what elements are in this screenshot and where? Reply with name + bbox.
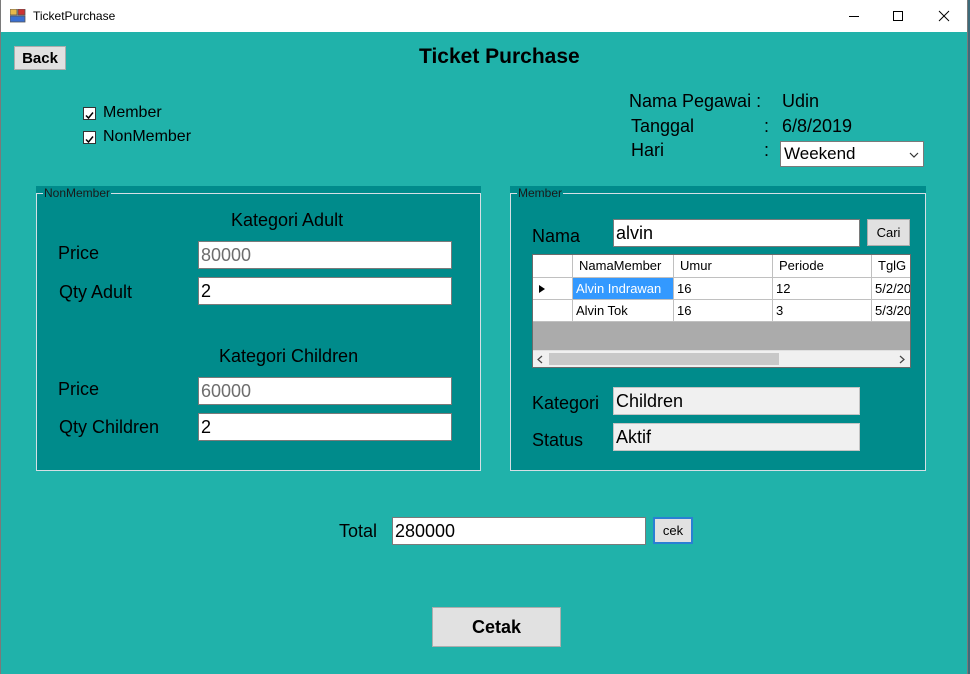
table-cell[interactable]: 5/3/20 xyxy=(872,300,910,322)
pegawai-label: Nama Pegawai : xyxy=(629,91,762,111)
check-icon xyxy=(85,136,94,144)
member-checkbox[interactable] xyxy=(83,107,96,120)
table-cell[interactable]: Alvin Indrawan xyxy=(573,278,674,300)
horizontal-scrollbar[interactable] xyxy=(533,350,910,367)
maximize-button[interactable] xyxy=(875,0,921,32)
maximize-icon xyxy=(893,11,903,21)
grid-header-umur[interactable]: Umur xyxy=(674,255,773,278)
window-title: TicketPurchase xyxy=(33,9,116,23)
row-header[interactable] xyxy=(533,278,573,300)
pegawai-value: Udin xyxy=(782,91,820,111)
row-header[interactable] xyxy=(533,300,573,322)
table-cell[interactable]: 12 xyxy=(773,278,872,300)
children-qty-label: Qty Children xyxy=(59,417,160,437)
grid-corner-header xyxy=(533,255,573,278)
grid-header-namamember[interactable]: NamaMember xyxy=(573,255,674,278)
close-button[interactable] xyxy=(921,0,967,32)
nonmember-checkbox-label[interactable]: NonMember xyxy=(103,128,191,146)
check-icon xyxy=(85,112,94,120)
table-cell[interactable]: 16 xyxy=(674,278,773,300)
member-grid[interactable]: NamaMember Umur Periode TglG Alvin Indra… xyxy=(532,254,911,368)
grid-header-tglg[interactable]: TglG xyxy=(872,255,910,278)
children-qty-field[interactable]: 2 xyxy=(198,413,452,441)
adult-price-field[interactable]: 80000 xyxy=(198,241,452,269)
hari-colon: : xyxy=(764,140,770,160)
minimize-button[interactable] xyxy=(831,0,877,32)
children-price-label: Price xyxy=(58,379,100,399)
status-field[interactable]: Aktif xyxy=(613,423,860,451)
cek-button[interactable]: cek xyxy=(653,517,693,544)
back-button[interactable]: Back xyxy=(14,46,66,70)
minimize-icon xyxy=(849,16,859,17)
tanggal-colon: : xyxy=(764,116,770,136)
cari-button[interactable]: Cari xyxy=(867,219,910,246)
adult-price-label: Price xyxy=(58,243,100,263)
app-icon xyxy=(9,8,26,23)
nama-search-input[interactable]: alvin xyxy=(613,219,860,247)
chevron-down-icon xyxy=(909,152,919,158)
kategori-label: Kategori xyxy=(532,393,600,413)
member-group-header xyxy=(510,186,926,193)
adult-heading: Kategori Adult xyxy=(231,210,344,230)
kategori-field[interactable]: Children xyxy=(613,387,860,415)
status-label: Status xyxy=(532,430,584,450)
nonmember-group-title: NonMember xyxy=(43,186,112,200)
current-row-arrow-icon xyxy=(539,285,545,293)
total-label: Total xyxy=(339,521,378,541)
hari-select-value: Weekend xyxy=(784,144,856,163)
tanggal-value: 6/8/2019 xyxy=(782,116,853,136)
table-cell[interactable]: Alvin Tok xyxy=(573,300,674,322)
table-cell[interactable]: 3 xyxy=(773,300,872,322)
chevron-left-icon[interactable] xyxy=(537,355,543,364)
title-bar[interactable]: TicketPurchase xyxy=(0,0,968,32)
adult-qty-label: Qty Adult xyxy=(59,282,133,302)
children-heading: Kategori Children xyxy=(219,346,359,366)
page-title: Ticket Purchase xyxy=(419,45,580,68)
total-field[interactable]: 280000 xyxy=(392,517,646,545)
member-checkbox-label[interactable]: Member xyxy=(103,104,162,122)
nama-label: Nama xyxy=(532,226,581,246)
hari-label: Hari xyxy=(631,140,665,160)
adult-qty-field[interactable]: 2 xyxy=(198,277,452,305)
hari-select[interactable]: Weekend xyxy=(780,141,924,167)
scrollbar-thumb[interactable] xyxy=(549,353,779,365)
table-cell[interactable]: 5/2/20 xyxy=(872,278,910,300)
tanggal-label: Tanggal xyxy=(631,116,695,136)
cetak-button[interactable]: Cetak xyxy=(432,607,561,647)
children-price-field[interactable]: 60000 xyxy=(198,377,452,405)
close-icon xyxy=(938,10,950,22)
grid-header-periode[interactable]: Periode xyxy=(773,255,872,278)
nonmember-checkbox[interactable] xyxy=(83,131,96,144)
member-group-title: Member xyxy=(517,186,564,200)
table-cell[interactable]: 16 xyxy=(674,300,773,322)
chevron-right-icon[interactable] xyxy=(899,355,905,364)
